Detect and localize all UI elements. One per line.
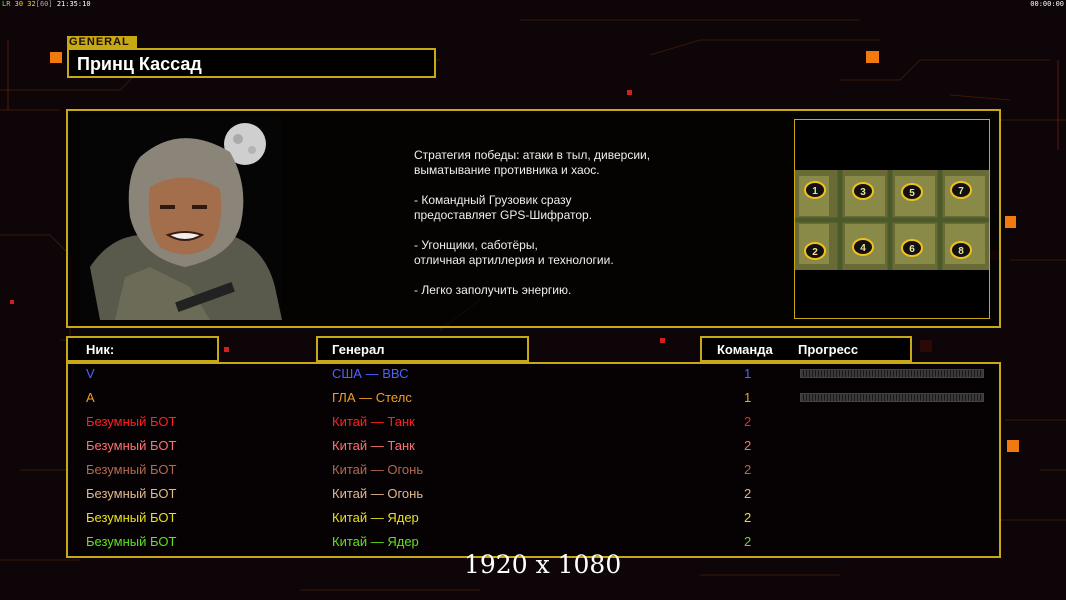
player-row[interactable]: Безумный БОТ Китай — Танк 2 bbox=[0, 438, 1066, 462]
player-row[interactable]: Безумный БОТ Китай — Огонь 2 bbox=[0, 486, 1066, 510]
player-nick: A bbox=[86, 390, 95, 405]
player-team: 2 bbox=[744, 534, 752, 549]
player-general: Китай — Ядер bbox=[332, 510, 419, 525]
player-team: 1 bbox=[744, 390, 752, 405]
player-team: 2 bbox=[744, 414, 752, 429]
general-tag: GENERAL bbox=[67, 36, 137, 48]
game-timer: 00:00:00 bbox=[1030, 0, 1064, 8]
map-slot-label: 7 bbox=[958, 186, 964, 197]
player-general: Китай — Огонь bbox=[332, 462, 424, 477]
timer-value: 00:00:00 bbox=[1030, 0, 1064, 8]
general-header: Генерал bbox=[316, 336, 529, 362]
player-nick: Безумный БОТ bbox=[86, 414, 177, 429]
player-nick: Безумный БОТ bbox=[86, 534, 177, 549]
status-bar: LR 30 32[60] 21:35:10 bbox=[2, 0, 91, 8]
player-general: Китай — Танк bbox=[332, 438, 415, 453]
map-slot-label: 2 bbox=[812, 247, 818, 258]
player-progress-bar bbox=[800, 369, 984, 378]
map-slot-label: 6 bbox=[909, 244, 915, 255]
general-description: Стратегия победы: атаки в тыл, диверсии,… bbox=[414, 148, 651, 297]
player-row[interactable]: Безумный БОТ Китай — Танк 2 bbox=[0, 414, 1066, 438]
map-slot-label: 4 bbox=[860, 243, 866, 254]
player-team: 2 bbox=[744, 462, 752, 477]
portrait-icon bbox=[80, 117, 282, 320]
player-row[interactable]: Безумный БОТ Китай — Огонь 2 bbox=[0, 462, 1066, 486]
general-portrait bbox=[80, 117, 282, 320]
player-general: США — ВВС bbox=[332, 366, 409, 381]
player-general: Китай — Танк bbox=[332, 414, 415, 429]
map-slot-label: 3 bbox=[860, 187, 866, 198]
player-nick: Безумный БОТ bbox=[86, 462, 177, 477]
player-row[interactable]: V США — ВВС 1 bbox=[0, 366, 1066, 390]
player-nick: V bbox=[86, 366, 95, 381]
fps-cap: [60] bbox=[35, 0, 53, 8]
player-general: ГЛА — Стелс bbox=[332, 390, 412, 405]
map-preview[interactable]: 1 3 5 7 2 4 6 8 bbox=[794, 119, 990, 319]
player-row[interactable]: Безумный БОТ Китай — Ядер 2 bbox=[0, 510, 1066, 534]
general-name-box: Принц Кассад bbox=[67, 48, 436, 78]
team-header-label: Команда bbox=[717, 342, 773, 357]
player-team: 2 bbox=[744, 486, 752, 501]
team-progress-header: Команда Прогресс bbox=[700, 336, 912, 362]
player-nick: Безумный БОТ bbox=[86, 438, 177, 453]
fps-values: 30 32 bbox=[14, 0, 36, 8]
fps-label: LR bbox=[2, 0, 11, 8]
clock: 21:35:10 bbox=[56, 0, 91, 8]
player-team: 2 bbox=[744, 510, 752, 525]
player-nick: Безумный БОТ bbox=[86, 486, 177, 501]
general-name: Принц Кассад bbox=[77, 54, 202, 74]
player-general: Китай — Огонь bbox=[332, 486, 424, 501]
player-team: 2 bbox=[744, 438, 752, 453]
nick-header: Ник: bbox=[66, 336, 219, 362]
nick-header-label: Ник: bbox=[86, 342, 115, 357]
player-general: Китай — Ядер bbox=[332, 534, 419, 549]
map-slot-label: 1 bbox=[812, 186, 818, 197]
map-preview-icon: 1 3 5 7 2 4 6 8 bbox=[795, 120, 989, 318]
player-nick: Безумный БОТ bbox=[86, 510, 177, 525]
player-progress-bar bbox=[800, 393, 984, 402]
map-slot-label: 8 bbox=[958, 246, 964, 257]
resolution-label: 1920 x 1080 bbox=[464, 550, 622, 579]
progress-header-label: Прогресс bbox=[798, 342, 859, 357]
map-slot-label: 5 bbox=[909, 188, 915, 199]
player-team: 1 bbox=[744, 366, 752, 381]
general-header-label: Генерал bbox=[332, 342, 385, 357]
player-row[interactable]: A ГЛА — Стелс 1 bbox=[0, 390, 1066, 414]
